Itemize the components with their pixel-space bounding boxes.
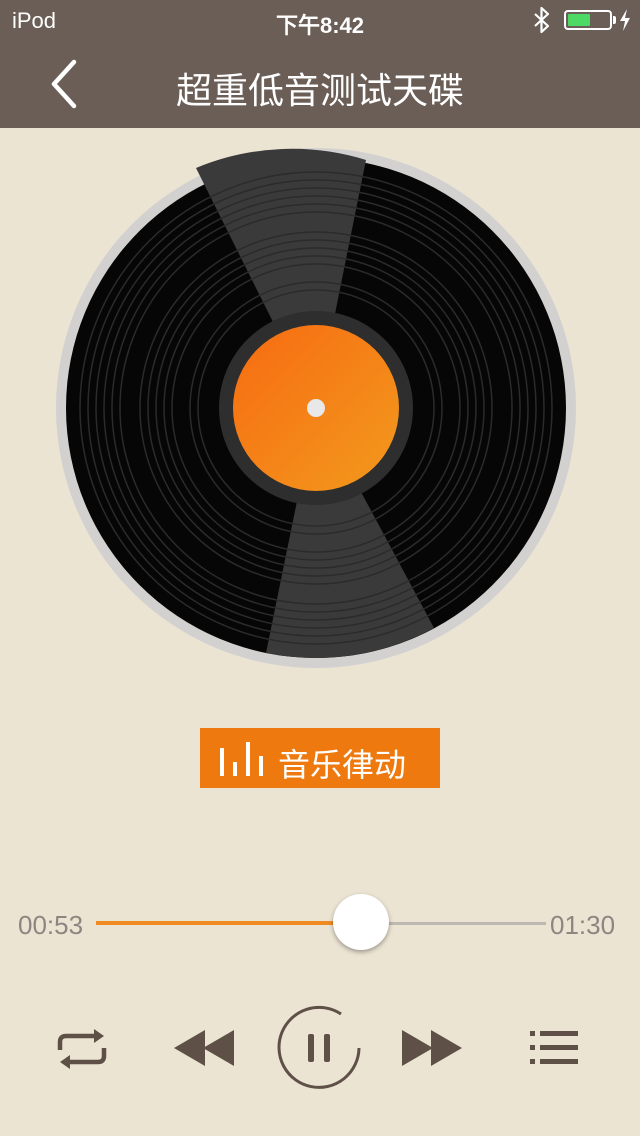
bluetooth-icon bbox=[534, 6, 550, 34]
fast-forward-icon bbox=[402, 1030, 462, 1066]
music-rhythm-label: 音乐律动 bbox=[278, 746, 407, 784]
next-button[interactable] bbox=[400, 1030, 462, 1066]
battery-level bbox=[568, 14, 590, 26]
battery-cap bbox=[613, 16, 616, 24]
previous-button[interactable] bbox=[174, 1030, 236, 1066]
repeat-icon bbox=[57, 1029, 107, 1069]
repeat-button[interactable] bbox=[56, 1028, 108, 1070]
pause-icon bbox=[277, 1005, 361, 1089]
charging-icon bbox=[620, 9, 630, 31]
vinyl-record-icon bbox=[56, 148, 576, 668]
total-time: 01:30 bbox=[550, 910, 616, 940]
page-title: 超重低音测试天碟 bbox=[175, 71, 464, 112]
rewind-icon bbox=[174, 1030, 234, 1066]
progress-thumb[interactable] bbox=[333, 894, 390, 950]
progress-fill bbox=[96, 921, 362, 925]
play-pause-button[interactable] bbox=[275, 1004, 363, 1092]
nav-bar: 超重低音测试天碟 bbox=[0, 40, 640, 128]
battery-icon bbox=[564, 10, 612, 30]
playlist-icon bbox=[530, 1031, 578, 1064]
equalizer-icon bbox=[220, 742, 263, 776]
playlist-button[interactable] bbox=[530, 1030, 578, 1066]
current-time: 00:53 bbox=[18, 910, 84, 940]
music-rhythm-button[interactable]: 音乐律动 bbox=[200, 728, 440, 788]
record-spindle-hole bbox=[307, 399, 325, 417]
status-bar: iPod 下午8:42 bbox=[0, 0, 640, 40]
